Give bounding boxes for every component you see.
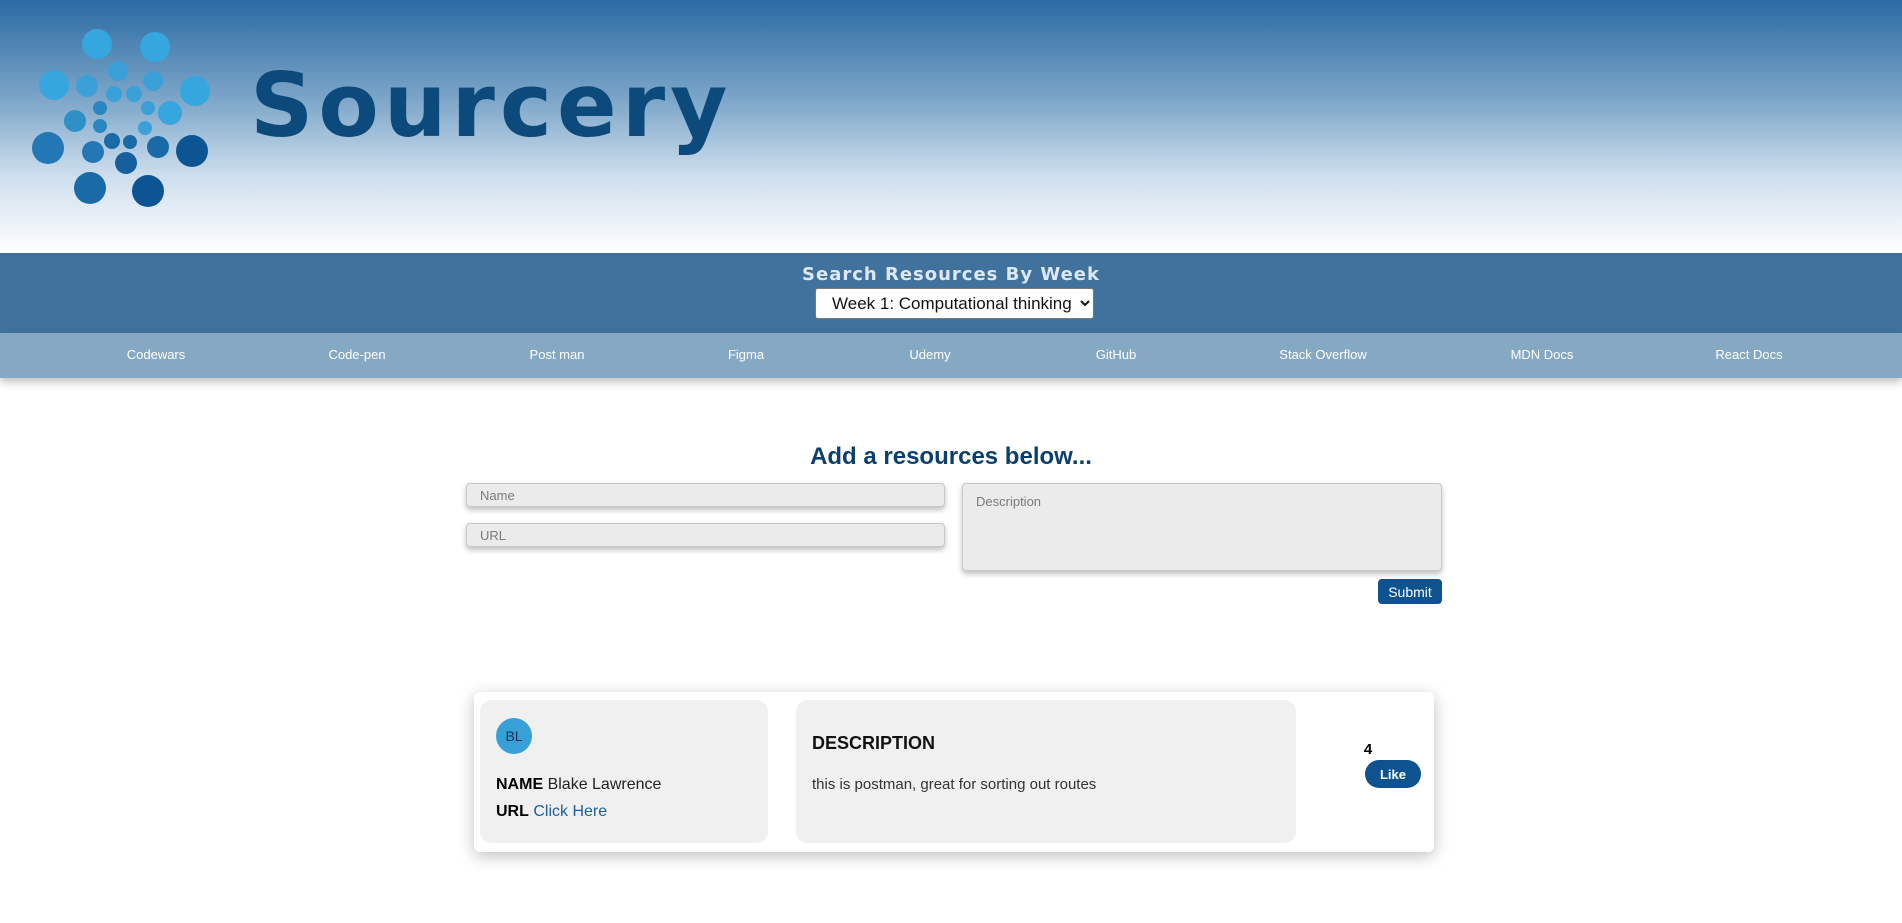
add-resource-title: Add a resources below... — [810, 443, 1092, 470]
nav-item-stack-overflow[interactable]: Stack Overflow — [1279, 347, 1366, 362]
url-label: URL — [496, 803, 529, 820]
name-input[interactable] — [466, 483, 945, 507]
avatar: BL — [496, 718, 532, 754]
resource-author-panel: BL NAME Blake Lawrence URL Click Here — [480, 700, 768, 843]
resource-nav: Codewars Code-pen Post man Figma Udemy G… — [0, 333, 1902, 378]
resource-url-link[interactable]: Click Here — [533, 803, 607, 820]
dot-cluster-logo-icon — [32, 29, 210, 207]
nav-item-mdn-docs[interactable]: MDN Docs — [1511, 347, 1574, 362]
nav-item-udemy[interactable]: Udemy — [909, 347, 950, 362]
name-label: NAME — [496, 776, 544, 793]
description-input[interactable] — [962, 483, 1442, 571]
resource-card: BL NAME Blake Lawrence URL Click Here DE… — [474, 692, 1434, 852]
url-input[interactable] — [466, 523, 945, 547]
like-button[interactable]: Like — [1365, 760, 1421, 788]
description-text: this is postman, great for sorting out r… — [812, 776, 1097, 793]
description-title: DESCRIPTION — [812, 733, 936, 753]
nav-item-figma[interactable]: Figma — [728, 347, 764, 362]
header-banner: Sourcery — [0, 0, 1902, 253]
resource-name-value: Blake Lawrence — [547, 776, 662, 793]
site-logo-text: Sourcery — [250, 54, 733, 157]
nav-item-postman[interactable]: Post man — [530, 347, 585, 362]
nav-item-codewars[interactable]: Codewars — [127, 347, 186, 362]
resource-name-line: NAME Blake Lawrence — [496, 776, 661, 794]
submit-button[interactable]: Submit — [1378, 579, 1442, 604]
week-select[interactable]: Week 1: Computational thinking — [815, 288, 1094, 319]
nav-item-codepen[interactable]: Code-pen — [328, 347, 385, 362]
nav-item-github[interactable]: GitHub — [1096, 347, 1136, 362]
nav-item-react-docs[interactable]: React Docs — [1715, 347, 1782, 362]
resource-url-line: URL Click Here — [496, 803, 607, 821]
like-count: 4 — [1363, 741, 1373, 758]
week-search-title: Search Resources By Week — [802, 264, 1100, 285]
resource-description-panel: DESCRIPTION this is postman, great for s… — [796, 700, 1296, 843]
